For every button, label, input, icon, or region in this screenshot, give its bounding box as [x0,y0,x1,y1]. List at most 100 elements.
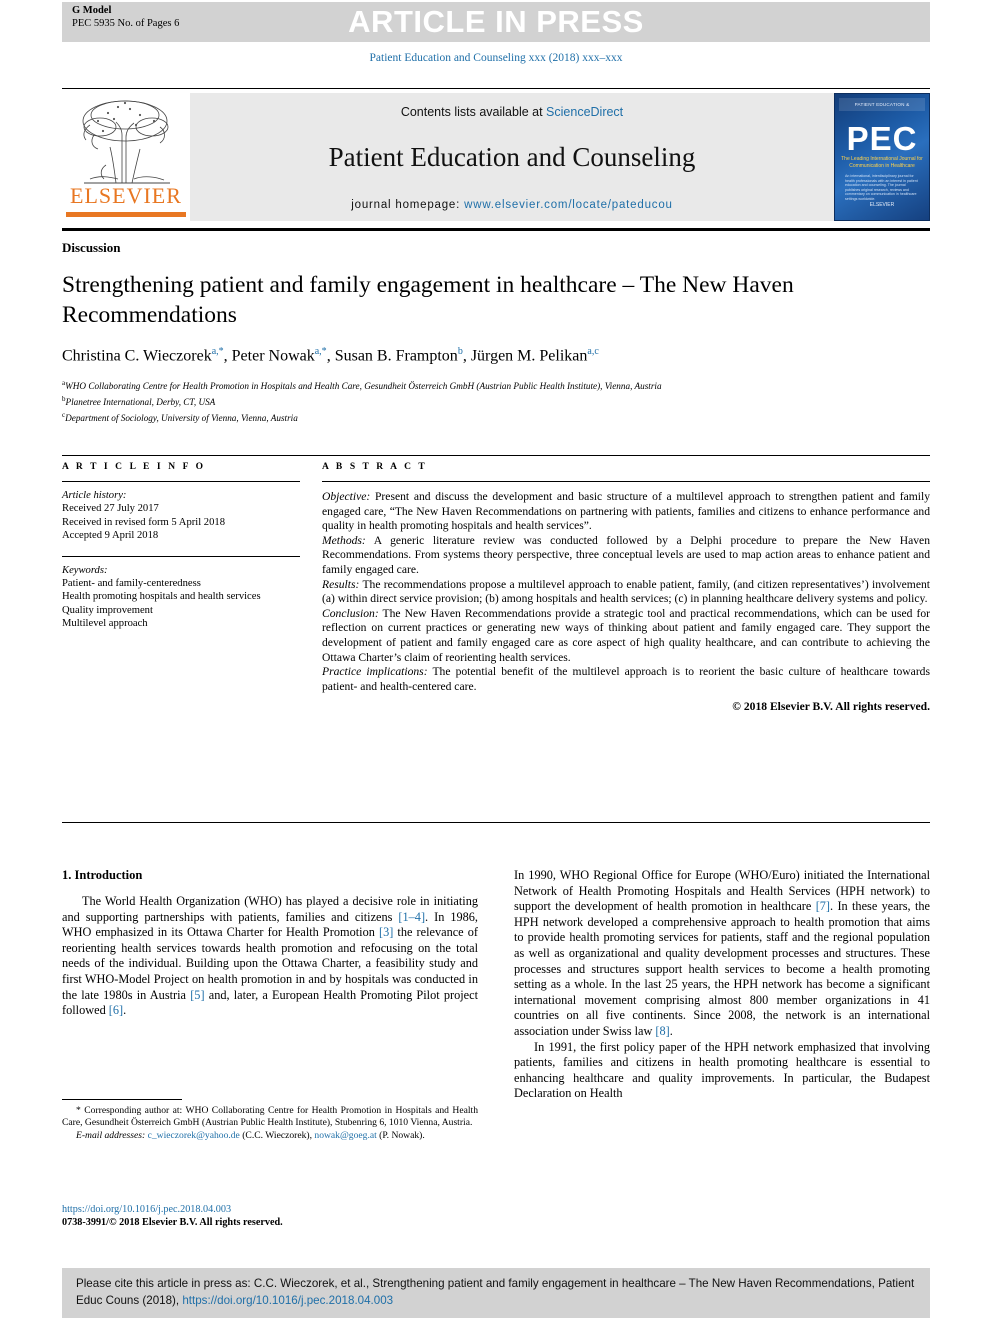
abstract-column: A B S T R A C T Objective: Present and d… [322,462,930,715]
section-heading-introduction: 1. Introduction [62,868,143,882]
contents-available-line: Contents lists available at ScienceDirec… [190,105,834,119]
abstract-copyright: © 2018 Elsevier B.V. All rights reserved… [732,700,930,714]
abstract-bottom-rule [62,822,930,823]
history-item: Accepted 9 April 2018 [62,530,159,542]
info-top-rule [62,455,930,456]
keywords-label: Keywords: [62,564,108,576]
affiliation-item: cDepartment of Sociology, University of … [62,409,930,425]
author-sup: a,* [211,346,224,357]
history-item: Received 27 July 2017 [62,503,159,515]
author-name: Peter Nowak [231,347,315,365]
journal-cover-thumbnail: PATIENT EDUCATION & COUNSELING PEC The L… [834,93,930,221]
abstract-section-label: Methods: [322,533,366,547]
journal-masthead: ELSEVIER Contents lists available at Sci… [62,88,930,223]
abstract-section-label: Conclusion: [322,606,379,620]
elsevier-wordmark: ELSEVIER [70,183,182,208]
abstract-section: Practice implications: The potential ben… [322,665,930,694]
affiliation-text: WHO Collaborating Centre for Health Prom… [65,381,662,392]
abstract-rule [322,481,930,482]
elsevier-logo: ELSEVIER [62,93,190,221]
doi-block: https://doi.org/10.1016/j.pec.2018.04.00… [62,1203,478,1229]
cite-this-article-box: Please cite this article in press as: C.… [62,1268,930,1318]
keywords-rule [62,555,300,557]
cite-text: Please cite this article in press as: C.… [76,1275,916,1309]
journal-citation-line: Patient Education and Counseling xxx (20… [369,52,623,64]
contents-prefix: Contents lists available at [400,105,547,119]
journal-homepage-line: journal homepage: www.elsevier.com/locat… [190,199,834,211]
keyword-item: Health promoting hospitals and health se… [62,591,261,603]
page-title: Strengthening patient and family engagem… [62,272,794,328]
info-abstract-row: A R T I C L E I N F O Article history: R… [62,462,930,715]
email-owner-2: (P. Nowak). [376,1129,425,1141]
affiliation-item: aWHO Collaborating Centre for Health Pro… [62,377,930,393]
author-sup: b [457,346,463,357]
body-paragraph: In 1990, WHO Regional Office for Europe … [514,868,930,1038]
elsevier-orange-bar [66,212,186,217]
abstract-section: Methods: A generic literature review was… [322,534,930,578]
abstract-section-label: Results: [322,577,360,591]
affiliation-text: Department of Sociology, University of V… [65,412,298,423]
author-sup: a,c [587,346,599,357]
abstract-section-text: The recommendations propose a multilevel… [322,577,930,606]
cover-footer: ELSEVIER [869,202,895,208]
article-in-press-text: ARTICLE IN PRESS [348,4,644,39]
abstract-section: Objective: Present and discuss the devel… [322,490,930,534]
title-block: Discussion Strengthening patient and fam… [62,240,930,424]
abstract-section: Results: The recommendations propose a m… [322,578,930,607]
article-info-heading: A R T I C L E I N F O [62,462,206,472]
footnote-rule [62,1099,182,1100]
email-link-1[interactable]: c_wieczorek@yahoo.de [148,1130,240,1141]
doi-link[interactable]: https://doi.org/10.1016/j.pec.2018.04.00… [62,1203,478,1216]
journal-homepage-link[interactable]: www.elsevier.com/locate/pateducou [464,199,673,211]
affiliation-list: aWHO Collaborating Centre for Health Pro… [62,377,930,424]
homepage-prefix: journal homepage: [351,199,465,211]
article-kind: Discussion [62,240,121,255]
abstract-section-label: Objective: [322,490,371,503]
abstract-section-text: A generic literature review was conducte… [322,533,930,576]
author-sup: a,* [314,346,327,357]
author-name: Christina C. Wieczorek [62,347,212,365]
cover-top-strip: PATIENT EDUCATION & COUNSELING [839,98,925,111]
email-addresses-note: E-mail addresses: c_wieczorek@yahoo.de (… [62,1130,478,1142]
article-info-column: A R T I C L E I N F O Article history: R… [62,462,322,715]
masthead-center: Contents lists available at ScienceDirec… [190,93,834,221]
author-name: Susan B. Frampton [334,347,458,365]
abstract-body: Objective: Present and discuss the devel… [322,490,930,715]
keyword-item: Multilevel approach [62,618,148,630]
article-in-press-banner: G Model PEC 5935 No. of Pages 6 ARTICLE … [62,2,930,42]
keywords-block: Keywords: Patient- and family-centeredne… [62,564,300,631]
issn-copyright-line: 0738-3991/© 2018 Elsevier B.V. All right… [62,1217,283,1228]
author-list: Christina C. Wieczoreka,*, Peter Nowaka,… [62,346,599,365]
body-columns: 1. Introduction The World Health Organiz… [62,868,930,1102]
abstract-section-label: Practice implications: [322,665,428,679]
sciencedirect-link[interactable]: ScienceDirect [546,105,623,119]
email-owner-1: (C.C. Wieczorek), [239,1129,315,1141]
cover-title-pec: PEC [846,120,918,157]
keyword-item: Patient- and family-centeredness [62,578,201,590]
author-name: Jürgen M. Pelikan [470,347,588,365]
affiliation-text: Planetree International, Derby, CT, USA [65,397,216,408]
email-label: E-mail addresses: [76,1129,146,1141]
affiliation-item: bPlanetree International, Derby, CT, USA [62,393,930,409]
masthead-bottom-rule [62,228,930,231]
abstract-section-text: Present and discuss the development and … [322,490,930,533]
history-item: Received in revised form 5 April 2018 [62,516,225,528]
cover-blurb: An international, interdisciplinary jour… [845,174,918,201]
article-info-rule [62,481,300,482]
email-link-2[interactable]: nowak@goeg.at [314,1130,376,1141]
elsevier-tree-icon [82,100,170,184]
corresponding-author-note: * Corresponding author at: WHO Collabora… [62,1105,478,1129]
cover-subtitle: The Leading International Journal for Co… [841,156,923,169]
body-column-left: 1. Introduction The World Health Organiz… [62,868,478,1102]
body-column-right: In 1990, WHO Regional Office for Europe … [514,868,930,1102]
keyword-item: Quality improvement [62,604,153,616]
body-paragraph: The World Health Organization (WHO) has … [62,894,478,1018]
abstract-section: Conclusion: The New Haven Recommendation… [322,607,930,665]
article-history-block: Article history: Received 27 July 2017 R… [62,489,300,543]
article-page: G Model PEC 5935 No. of Pages 6 ARTICLE … [0,0,992,1323]
footnote-block: * Corresponding author at: WHO Collabora… [62,1105,478,1142]
journal-title: Patient Education and Counseling [328,141,696,172]
cite-doi-link[interactable]: https://doi.org/10.1016/j.pec.2018.04.00… [182,1294,393,1307]
abstract-heading: A B S T R A C T [322,462,428,472]
article-history-label: Article history: [62,490,127,501]
